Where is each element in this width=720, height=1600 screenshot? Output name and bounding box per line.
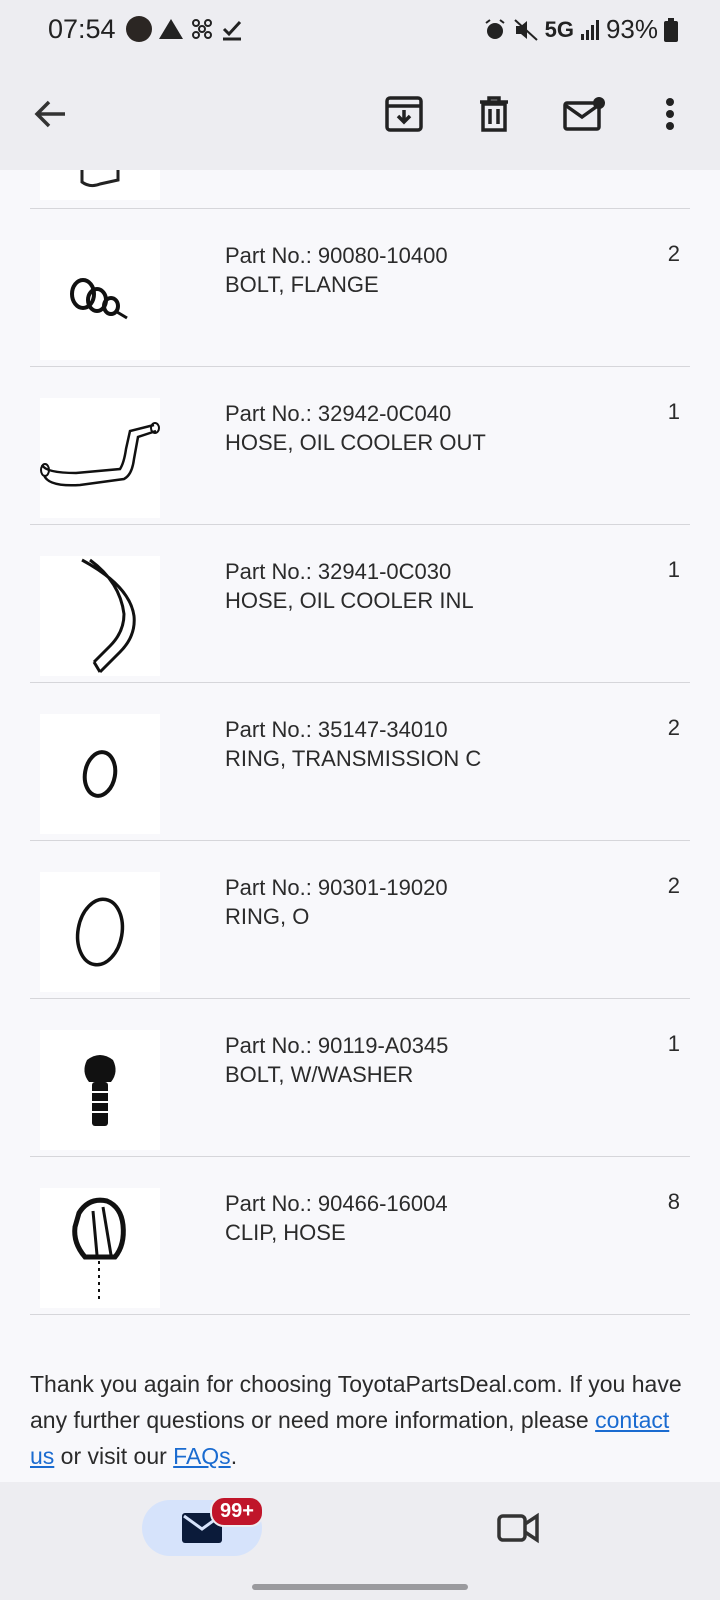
fan-icon [192, 19, 212, 39]
part-quantity: 1 [667, 557, 680, 582]
faqs-link[interactable]: FAQs [173, 1443, 231, 1469]
status-bar: 07:54 5G 93% [0, 0, 720, 60]
status-notification-icons [126, 16, 244, 42]
o-ring-icon [75, 897, 125, 967]
part-name: RING, O [225, 904, 310, 929]
part-name: RING, TRANSMISSION C [225, 746, 482, 771]
flange-bolt-icon [70, 278, 128, 320]
part-thumbnail [40, 556, 160, 676]
part-quantity: 8 [667, 1189, 680, 1214]
part-info: Part No.: 90080-10400 BOLT, FLANGE [225, 241, 448, 299]
drive-icon [159, 19, 183, 39]
archive-icon [385, 96, 423, 132]
part-info: Part No.: 90466-16004 CLIP, HOSE [225, 1189, 448, 1247]
network-type: 5G [544, 16, 574, 42]
alarm-icon [484, 18, 505, 39]
part-quantity: 1 [667, 1031, 680, 1056]
contact-avatar-icon [126, 16, 152, 42]
arrow-left-icon [34, 100, 65, 128]
status-right: 5G 93% [483, 14, 678, 45]
part-quantity: 2 [667, 873, 680, 898]
washer-bolt-icon [84, 1055, 116, 1126]
table-row-partial [30, 170, 690, 209]
table-row: Part No.: 90301-19020 RING, O 2 [30, 841, 690, 999]
video-camera-icon [497, 1512, 539, 1544]
part-number: Part No.: 90466-16004 [225, 1191, 448, 1216]
more-vert-icon [666, 98, 674, 130]
part-info: Part No.: 35147-34010 RING, TRANSMISSION… [225, 715, 481, 773]
table-row: Part No.: 32941-0C030 HOSE, OIL COOLER I… [30, 525, 690, 683]
oil-cooler-inlet-hose-icon [81, 558, 136, 674]
table-row: Part No.: 90119-A0345 BOLT, W/WASHER 1 [30, 999, 690, 1157]
unread-count-badge: 99+ [210, 1496, 264, 1527]
battery-percent: 93% [605, 14, 658, 44]
mark-unread-icon [563, 97, 605, 131]
part-number: Part No.: 90080-10400 [225, 243, 448, 268]
bottom-navigation: 99+ [0, 1482, 720, 1600]
task-done-icon [222, 20, 242, 41]
back-button[interactable] [24, 88, 76, 140]
transmission-ring-icon [82, 750, 118, 798]
part-name: BOLT, W/WASHER [225, 1062, 414, 1087]
part-thumbnail [40, 714, 160, 834]
meet-tab[interactable] [494, 1506, 542, 1550]
part-name: CLIP, HOSE [225, 1220, 346, 1245]
part-number: Part No.: 35147-34010 [225, 717, 448, 742]
part-quantity: 1 [667, 399, 680, 424]
battery-icon [664, 17, 678, 42]
home-indicator[interactable] [252, 1584, 468, 1590]
part-quantity: 2 [667, 241, 680, 266]
mark-unread-button[interactable] [558, 88, 610, 140]
part-info: Part No.: 32941-0C030 HOSE, OIL COOLER I… [225, 557, 474, 615]
thank-you-text: Thank you again for choosing ToyotaParts… [30, 1371, 682, 1433]
part-name: HOSE, OIL COOLER INL [225, 588, 474, 613]
status-time: 07:54 [48, 14, 116, 44]
mute-icon [513, 18, 538, 41]
part-thumbnail [40, 398, 160, 518]
part-name: HOSE, OIL COOLER OUT [225, 430, 486, 455]
part-thumbnail [40, 240, 160, 360]
table-row: Part No.: 32942-0C040 HOSE, OIL COOLER O… [30, 367, 690, 525]
table-row: Part No.: 35147-34010 RING, TRANSMISSION… [30, 683, 690, 841]
part-thumbnail [40, 1188, 160, 1308]
part-number: Part No.: 90119-A0345 [225, 1033, 449, 1058]
app-bar [0, 60, 720, 170]
table-row: Part No.: 90466-16004 CLIP, HOSE 8 [30, 1157, 690, 1315]
hose-clip-icon [72, 1197, 126, 1301]
part-quantity: 2 [667, 715, 680, 740]
part-info: Part No.: 90119-A0345 BOLT, W/WASHER [225, 1031, 448, 1089]
part-thumbnail [40, 872, 160, 992]
part-thumbnail [40, 1030, 160, 1150]
oil-cooler-out-hose-icon [40, 422, 160, 487]
trash-icon [480, 96, 508, 132]
part-name: BOLT, FLANGE [225, 272, 379, 297]
part-thumbnail [40, 170, 160, 200]
signal-icon [580, 19, 599, 40]
part-number: Part No.: 90301-19020 [225, 875, 448, 900]
email-body: Part No.: 90080-10400 BOLT, FLANGE 2 Par… [30, 170, 690, 1315]
part-number: Part No.: 32942-0C040 [225, 401, 452, 426]
archive-button[interactable] [378, 88, 430, 140]
thank-you-text-3: . [230, 1443, 238, 1469]
delete-button[interactable] [468, 88, 520, 140]
thank-you-text-2: or visit our [54, 1443, 174, 1469]
thank-you-paragraph: Thank you again for choosing ToyotaParts… [30, 1366, 690, 1474]
part-info: Part No.: 90301-19020 RING, O [225, 873, 448, 931]
table-row: Part No.: 90080-10400 BOLT, FLANGE 2 [30, 209, 690, 367]
more-options-button[interactable] [644, 88, 696, 140]
part-number: Part No.: 32941-0C030 [225, 559, 452, 584]
part-info: Part No.: 32942-0C040 HOSE, OIL COOLER O… [225, 399, 486, 457]
